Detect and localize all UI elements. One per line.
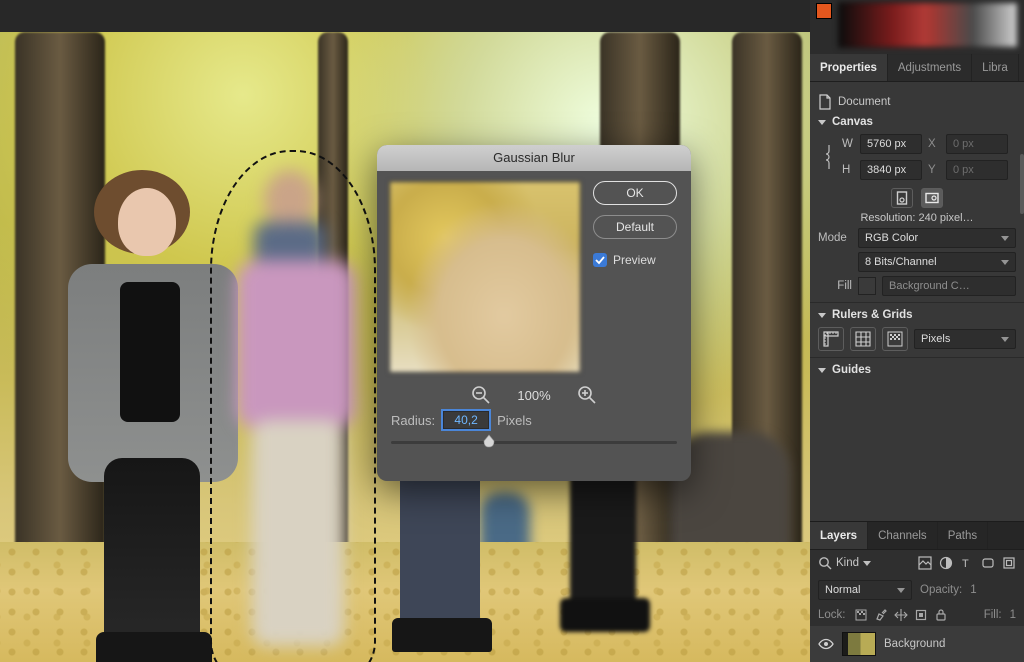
lock-artboard-icon[interactable] — [914, 608, 928, 622]
bits-select[interactable]: 8 Bits/Channel — [858, 252, 1016, 272]
height-input[interactable]: 3840 px — [860, 160, 922, 180]
radius-input[interactable] — [443, 411, 489, 429]
layers-panel: Layers Channels Paths Kind T Normal — [810, 521, 1024, 662]
ruler-unit-select[interactable]: Pixels — [914, 329, 1016, 349]
lock-pixels-icon[interactable] — [854, 608, 868, 622]
slider-thumb-icon[interactable] — [481, 433, 497, 449]
canvas-title: Canvas — [832, 116, 873, 128]
tab-libraries[interactable]: Libra — [972, 54, 1019, 81]
filter-pixel-icon[interactable] — [918, 556, 932, 570]
rulers-title: Rulers & Grids — [832, 309, 913, 321]
properties-tabs: Properties Adjustments Libra — [810, 54, 1024, 82]
ruler-button[interactable] — [818, 327, 844, 351]
mode-select[interactable]: RGB Color — [858, 228, 1016, 248]
preview-label: Preview — [613, 253, 656, 267]
layer-fill-value[interactable]: 1 — [1010, 609, 1016, 621]
default-button[interactable]: Default — [593, 215, 677, 239]
chevron-down-icon — [818, 368, 826, 373]
fill-swatch[interactable] — [858, 277, 876, 295]
tab-channels[interactable]: Channels — [868, 522, 938, 549]
resolution-text: Resolution: 240 pixel… — [860, 212, 973, 224]
width-input[interactable]: 5760 px — [860, 134, 922, 154]
foreground-swatch[interactable] — [816, 3, 832, 19]
tab-layers[interactable]: Layers — [810, 522, 868, 549]
bits-value: 8 Bits/Channel — [865, 256, 937, 268]
tab-paths[interactable]: Paths — [938, 522, 988, 549]
h-label: H — [842, 164, 854, 176]
color-gradient[interactable] — [838, 2, 1018, 48]
chevron-down-icon — [818, 313, 826, 318]
zoom-out-icon[interactable] — [471, 385, 491, 405]
w-label: W — [842, 138, 854, 150]
lock-all-icon[interactable] — [934, 608, 948, 622]
blend-mode-value: Normal — [825, 584, 860, 596]
dialog-title[interactable]: Gaussian Blur — [377, 145, 691, 171]
layer-row-background[interactable]: Background — [810, 626, 1024, 662]
layer-thumbnail[interactable] — [842, 632, 876, 656]
tab-adjustments[interactable]: Adjustments — [888, 54, 972, 81]
filter-type-icon[interactable]: T — [960, 556, 974, 570]
selection-marquee — [210, 150, 376, 662]
orientation-landscape-button[interactable] — [921, 188, 943, 208]
blend-mode-select[interactable]: Normal — [818, 580, 912, 600]
ruler-unit-value: Pixels — [921, 333, 950, 345]
pixel-grid-button[interactable] — [882, 327, 908, 351]
radius-slider[interactable] — [391, 431, 677, 453]
chevron-down-icon — [1001, 260, 1009, 265]
zoom-percentage: 100% — [517, 388, 550, 403]
filter-adjust-icon[interactable] — [939, 556, 953, 570]
guides-title: Guides — [832, 364, 871, 376]
lock-position-icon[interactable] — [894, 608, 908, 622]
radius-label: Radius: — [391, 413, 435, 428]
layer-name[interactable]: Background — [884, 638, 945, 650]
chevron-down-icon — [1001, 337, 1009, 342]
y-input: 0 px — [946, 160, 1008, 180]
right-panels: Properties Adjustments Libra Document Ca… — [810, 0, 1024, 662]
gaussian-blur-dialog[interactable]: Gaussian Blur OK Default Preview 100% — [377, 145, 691, 481]
chevron-down-icon — [818, 120, 826, 125]
section-rulers[interactable]: Rulers & Grids — [818, 309, 1016, 321]
filter-smart-icon[interactable] — [1002, 556, 1016, 570]
filter-shape-icon[interactable] — [981, 556, 995, 570]
grid-button[interactable] — [850, 327, 876, 351]
fill-label: Fill — [818, 280, 852, 292]
filter-kind-label: Kind — [836, 557, 859, 569]
tab-properties[interactable]: Properties — [810, 54, 888, 81]
chevron-down-icon — [863, 561, 871, 566]
properties-panel: Document Canvas W 5760 px X 0 px H 3840 … — [810, 82, 1024, 386]
opacity-label: Opacity: — [920, 584, 962, 596]
visibility-eye-icon[interactable] — [818, 638, 834, 650]
ok-button[interactable]: OK — [593, 181, 677, 205]
opacity-value[interactable]: 1 — [970, 584, 976, 596]
fill-value: Background C… — [889, 280, 970, 292]
lock-brush-icon[interactable] — [874, 608, 888, 622]
document-label: Document — [838, 96, 890, 108]
blur-preview[interactable] — [389, 181, 581, 373]
properties-scrollbar[interactable] — [1020, 154, 1024, 206]
section-guides[interactable]: Guides — [818, 364, 1016, 376]
chevron-down-icon — [1001, 236, 1009, 241]
radius-unit: Pixels — [497, 413, 532, 428]
layer-fill-label: Fill: — [984, 609, 1002, 621]
document-icon — [818, 94, 832, 110]
section-canvas[interactable]: Canvas — [818, 116, 1016, 128]
document-canvas[interactable]: Gaussian Blur OK Default Preview 100% — [0, 0, 810, 662]
layer-filter-kind[interactable]: Kind — [818, 556, 871, 570]
mode-label: Mode — [818, 232, 852, 244]
fill-select[interactable]: Background C… — [882, 276, 1016, 296]
x-input: 0 px — [946, 134, 1008, 154]
orientation-portrait-button[interactable] — [891, 188, 913, 208]
x-label: X — [928, 138, 940, 150]
svg-text:T: T — [962, 558, 969, 570]
chevron-down-icon — [897, 588, 905, 593]
color-preview-strip — [810, 0, 1024, 54]
preview-checkbox[interactable] — [593, 253, 607, 267]
y-label: Y — [928, 164, 940, 176]
zoom-in-icon[interactable] — [577, 385, 597, 405]
link-dimensions-icon[interactable] — [822, 143, 836, 171]
mode-value: RGB Color — [865, 232, 918, 244]
lock-label: Lock: — [818, 609, 846, 621]
